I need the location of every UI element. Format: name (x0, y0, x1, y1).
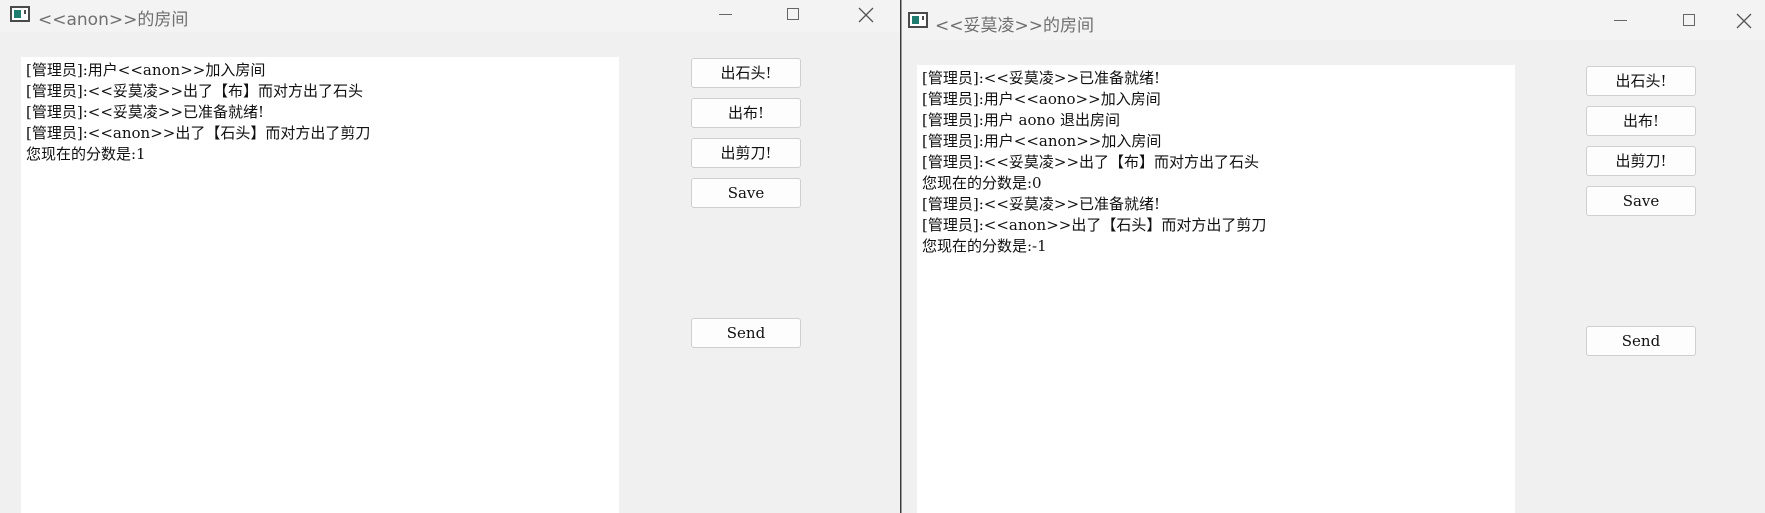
maximize-icon[interactable] (1666, 6, 1712, 36)
close-icon[interactable] (842, 0, 888, 30)
maximize-icon[interactable] (770, 0, 816, 30)
score-line: 您现在的分数是:-1 (922, 237, 1047, 255)
log-line: [管理员]:<<妥莫凌>>已准备就绪! (922, 195, 1161, 213)
left-room-window: <<anon>>的房间 [管理员]:用户<<anon>>加入房间 [管理员]:<… (0, 0, 900, 513)
minimize-icon[interactable] (702, 0, 748, 30)
score-line: 您现在的分数是:0 (922, 174, 1042, 192)
right-room-window: <<妥莫凌>>的房间 [管理员]:<<妥莫凌>>已准备就绪! [管理员]:用户<… (901, 0, 1765, 513)
send-button[interactable]: Send (691, 318, 801, 348)
log-line: [管理员]:<<妥莫凌>>已准备就绪! (26, 103, 265, 121)
log-line: [管理员]:用户<<aono>>加入房间 (922, 90, 1161, 108)
paper-button[interactable]: 出布! (691, 98, 801, 128)
chat-log[interactable]: [管理员]:<<妥莫凌>>已准备就绪! [管理员]:用户<<aono>>加入房间… (917, 65, 1515, 513)
window-title: <<anon>>的房间 (38, 10, 189, 30)
log-line: [管理员]:用户<<anon>>加入房间 (922, 132, 1162, 150)
log-line: [管理员]:<<妥莫凌>>已准备就绪! (922, 69, 1161, 87)
log-line: [管理员]:<<anon>>出了【石头】而对方出了剪刀 (922, 216, 1267, 234)
log-line: [管理员]:用户 aono 退出房间 (922, 111, 1120, 129)
save-button[interactable]: Save (1586, 186, 1696, 216)
rock-button[interactable]: 出石头! (691, 58, 801, 88)
close-icon[interactable] (1720, 6, 1765, 36)
window-title: <<妥莫凌>>的房间 (935, 16, 1094, 36)
window-app-icon (908, 12, 928, 28)
log-line: [管理员]:用户<<anon>>加入房间 (26, 61, 266, 79)
log-line: [管理员]:<<妥莫凌>>出了【布】而对方出了石头 (26, 82, 364, 100)
paper-button[interactable]: 出布! (1586, 106, 1696, 136)
minimize-icon[interactable] (1597, 6, 1643, 36)
score-line: 您现在的分数是:1 (26, 145, 146, 163)
scissors-button[interactable]: 出剪刀! (1586, 146, 1696, 176)
title-bar[interactable]: <<妥莫凌>>的房间 (902, 0, 1765, 40)
window-app-icon (10, 6, 30, 22)
log-line: [管理员]:<<妥莫凌>>出了【布】而对方出了石头 (922, 153, 1260, 171)
rock-button[interactable]: 出石头! (1586, 66, 1696, 96)
title-bar[interactable]: <<anon>>的房间 (0, 0, 900, 32)
chat-log[interactable]: [管理员]:用户<<anon>>加入房间 [管理员]:<<妥莫凌>>出了【布】而… (21, 57, 619, 513)
log-line: [管理员]:<<anon>>出了【石头】而对方出了剪刀 (26, 124, 371, 142)
scissors-button[interactable]: 出剪刀! (691, 138, 801, 168)
save-button[interactable]: Save (691, 178, 801, 208)
send-button[interactable]: Send (1586, 326, 1696, 356)
